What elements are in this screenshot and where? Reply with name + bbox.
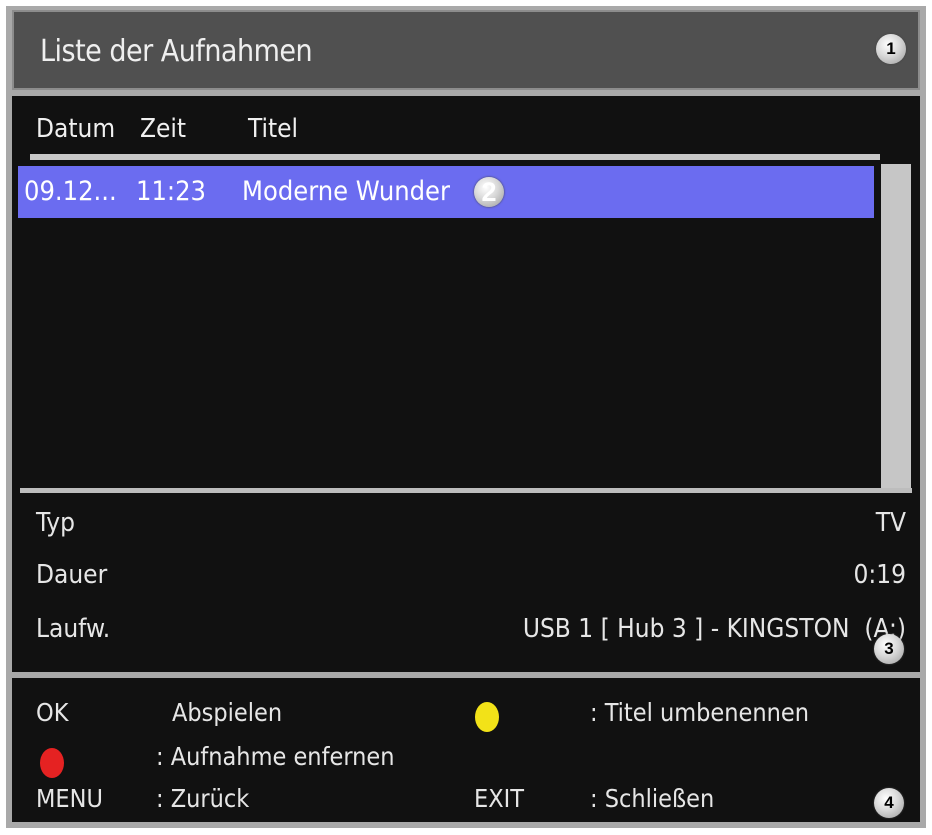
red-button-icon — [40, 748, 64, 778]
drive-label: Laufw. — [36, 614, 111, 644]
close-action-label: : Schließen — [590, 784, 715, 813]
column-header-title: Titel — [248, 114, 299, 144]
rename-action-label: : Titel umbenennen — [590, 698, 809, 727]
recording-time: 11:23 — [136, 176, 206, 207]
delete-action-label: : Aufnahme enfernen — [156, 742, 395, 771]
duration-label: Dauer — [36, 560, 108, 590]
recordings-dialog: Liste der Aufnahmen 1 Datum Zeit Titel 0… — [6, 6, 926, 828]
callout-badge-4: 4 — [874, 788, 904, 818]
list-divider-bottom — [20, 488, 912, 493]
list-scrollbar[interactable] — [881, 164, 911, 490]
ok-key-label: OK — [36, 698, 69, 727]
recording-date: 09.12... — [24, 176, 117, 207]
menu-key-label: MENU — [36, 784, 103, 813]
type-value: TV — [875, 508, 906, 538]
back-action-label: : Zurück — [156, 784, 250, 813]
title-bar: Liste der Aufnahmen 1 — [12, 10, 920, 90]
recording-row-selected[interactable]: 09.12... 11:23 Moderne Wunder 2 — [18, 166, 874, 218]
drive-value: USB 1 [ Hub 3 ] - KINGSTON (A:) — [522, 614, 906, 644]
dialog-title: Liste der Aufnahmen — [40, 34, 313, 69]
type-label: Typ — [36, 508, 75, 538]
callout-badge-2: 2 — [474, 177, 504, 207]
exit-key-label: EXIT — [474, 784, 524, 813]
recording-title: Moderne Wunder — [242, 176, 450, 207]
column-header-date: Datum — [36, 114, 116, 144]
callout-badge-1: 1 — [876, 34, 906, 64]
duration-value: 0:19 — [853, 560, 906, 590]
callout-badge-3: 3 — [874, 634, 904, 664]
column-header-time: Zeit — [140, 114, 187, 144]
yellow-button-icon — [475, 702, 499, 732]
recordings-panel: Datum Zeit Titel 09.12... 11:23 Moderne … — [12, 96, 920, 672]
key-legend: OK Abspielen : Titel umbenennen : Aufnah… — [12, 678, 920, 822]
play-action-label: Abspielen — [172, 698, 283, 727]
